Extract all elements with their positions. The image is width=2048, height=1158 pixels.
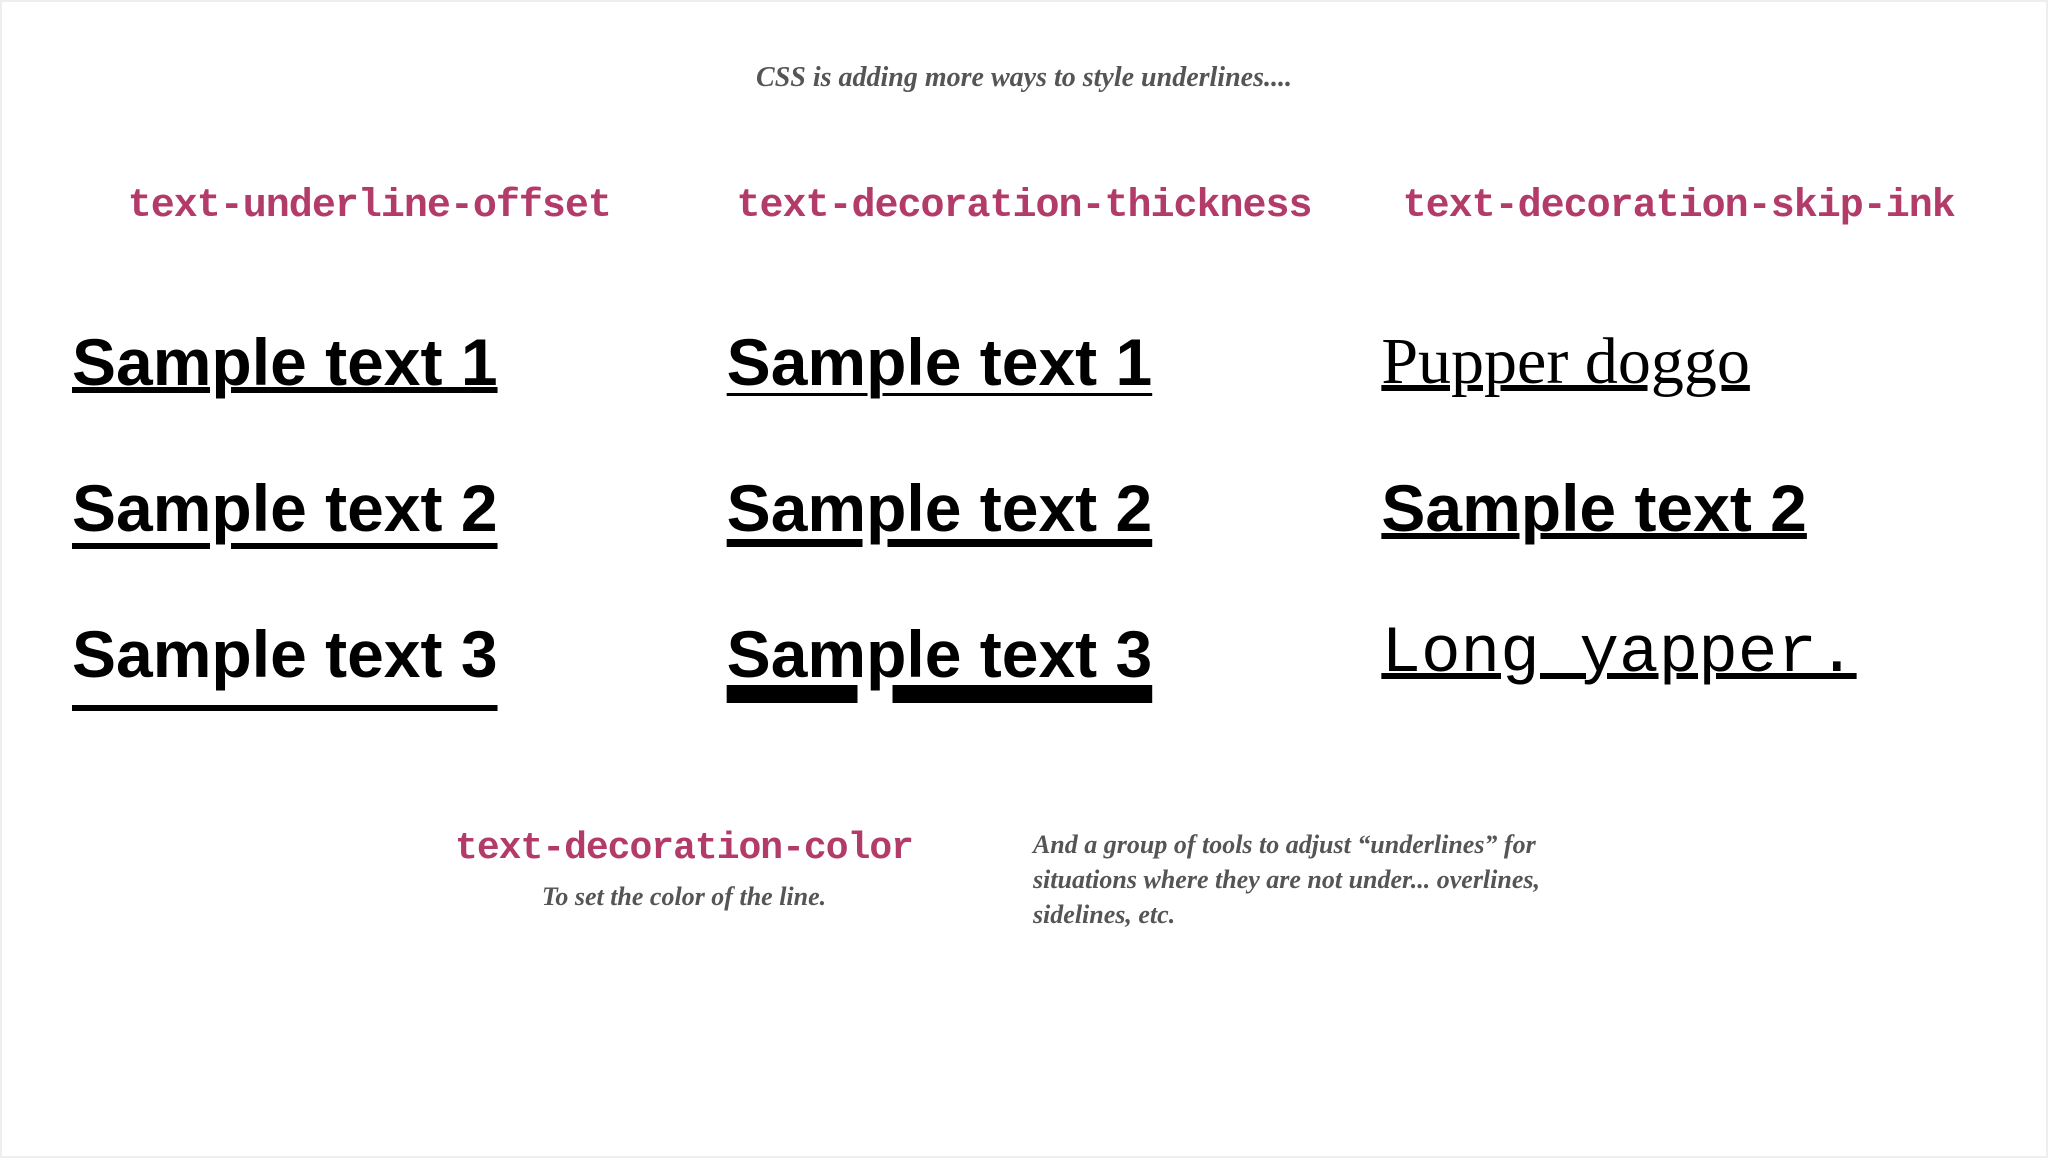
footer-right-text: And a group of tools to adjust “underlin…: [1033, 827, 1593, 932]
column-skip-ink: text-decoration-skip-ink Pupper doggo Sa…: [1381, 184, 1976, 767]
thickness-sample-3: Sample text 3: [727, 621, 1322, 687]
skip-sample-1: Pupper doggo: [1381, 329, 1976, 395]
skip-sample-3: Long yapper.: [1381, 621, 1976, 687]
offset-sample-1: Sample text 1: [72, 329, 667, 395]
offset-sample-2: Sample text 2: [72, 475, 667, 541]
heading-skip-ink: text-decoration-skip-ink: [1381, 184, 1976, 229]
intro-text: CSS is adding more ways to style underli…: [72, 62, 1976, 94]
thickness-sample-1: Sample text 1: [727, 329, 1322, 395]
columns-container: text-underline-offset Sample text 1 Samp…: [72, 184, 1976, 767]
footer-left: text-decoration-color To set the color o…: [455, 827, 913, 932]
footer-sub-color: To set the color of the line.: [455, 882, 913, 912]
column-thickness: text-decoration-thickness Sample text 1 …: [727, 184, 1322, 767]
offset-sample-3: Sample text 3: [72, 621, 667, 687]
footer-heading-color: text-decoration-color: [455, 827, 913, 870]
heading-offset: text-underline-offset: [72, 184, 667, 229]
footer-container: text-decoration-color To set the color o…: [72, 827, 1976, 932]
thickness-sample-2: Sample text 2: [727, 475, 1322, 541]
heading-thickness: text-decoration-thickness: [727, 184, 1322, 229]
skip-sample-2: Sample text 2: [1381, 475, 1976, 541]
column-offset: text-underline-offset Sample text 1 Samp…: [72, 184, 667, 767]
